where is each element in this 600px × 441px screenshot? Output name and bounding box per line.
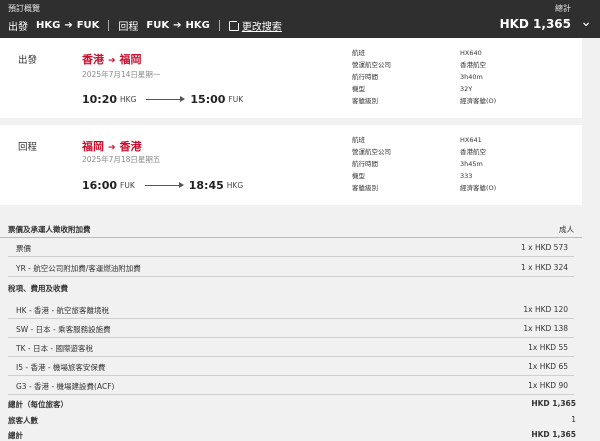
tax-row: I5 - 香港 - 機場旅客安保費 1x HKD 65 bbox=[8, 357, 574, 376]
flight-date: 2025年7月18日星期五 bbox=[82, 155, 161, 164]
arrow-right-icon: ➔ bbox=[64, 20, 73, 31]
tax-row: G3 - 香港 - 機場建設費(ACF) 1x HKD 90 bbox=[8, 376, 574, 395]
detail-value: 333 bbox=[460, 172, 473, 180]
return-label: 回程 bbox=[118, 22, 139, 33]
to-city: 香港 bbox=[119, 140, 142, 153]
fare-row-label: 票價 bbox=[16, 244, 31, 253]
total-per-pax-label: 總計（每位旅客） bbox=[8, 400, 68, 409]
flight-date: 2025年7月14日星期一 bbox=[82, 70, 161, 79]
edit-search-label: 更改搜索 bbox=[241, 22, 282, 33]
tax-row-label: TK - 日本 - 國際遊客稅 bbox=[16, 344, 93, 353]
direction-label: 出發 bbox=[18, 55, 38, 66]
tax-row-value: 1x HKD 138 bbox=[523, 324, 568, 333]
fare-title: 票價及承運人徵收附加費 bbox=[8, 225, 91, 234]
flight-card-outbound: 出發 香港 ➔ 福岡 2025年7月14日星期一 10:20 HKG 15:00 F… bbox=[0, 38, 582, 118]
fare-row-value: 1 x HKD 573 bbox=[520, 243, 568, 252]
booking-summary-header: 預訂概覽 總計 出發 HKG ➔ FUK 回程 FUK ➔ HKG 更改搜索 H… bbox=[0, 0, 600, 38]
outbound-from: HKG bbox=[36, 20, 61, 31]
arrow-right-icon: ➔ bbox=[173, 20, 182, 31]
fare-row-value: 1 x HKD 324 bbox=[520, 263, 568, 272]
route-summary: 出發 HKG ➔ FUK 回程 FUK ➔ HKG 更改搜索 bbox=[8, 18, 282, 33]
return-from: FUK bbox=[146, 20, 170, 31]
tax-row-label: G3 - 香港 - 機場建設費(ACF) bbox=[16, 382, 115, 391]
grand-total-label: 總計 bbox=[8, 431, 23, 440]
total-label: 總計 bbox=[555, 4, 571, 13]
flight-times: 16:00 FUK 18:45 HKG bbox=[82, 179, 243, 192]
arrow-right-icon: ➔ bbox=[108, 56, 116, 66]
flight-times: 10:20 HKG 15:00 FUK bbox=[82, 93, 243, 106]
arr-code: HKG bbox=[226, 181, 244, 190]
edit-search-button[interactable]: 更改搜索 bbox=[228, 18, 282, 33]
arrow-line-icon bbox=[146, 96, 186, 102]
dep-time: 10:20 bbox=[82, 93, 118, 106]
dep-time: 16:00 bbox=[82, 179, 118, 192]
pax-count-value: 1 bbox=[571, 415, 576, 424]
detail-value: 3h40m bbox=[460, 73, 483, 81]
detail-label: 航班 bbox=[352, 49, 365, 57]
detail-value: 香港航空 bbox=[460, 148, 486, 156]
fare-section-header: 票價及承運人徵收附加費 成人 bbox=[0, 219, 582, 238]
total-per-pax-value: HKD 1,365 bbox=[531, 399, 576, 408]
fare-row: YR - 航空公司附加費/客運燃油附加費 1 x HKD 324 bbox=[8, 258, 574, 277]
grand-total-value: HKD 1,365 bbox=[531, 430, 576, 439]
tax-row-value: 1x HKD 90 bbox=[528, 381, 568, 390]
detail-value: 經濟客艙(O) bbox=[460, 97, 497, 105]
tax-row-value: 1x HKD 55 bbox=[528, 343, 568, 352]
detail-value: 經濟客艙(O) bbox=[460, 184, 497, 192]
route-cities: 香港 ➔ 福岡 bbox=[82, 51, 142, 67]
tax-row-value: 1x HKD 65 bbox=[528, 362, 568, 371]
detail-value: 3h45m bbox=[460, 160, 483, 168]
arr-time: 18:45 bbox=[188, 179, 224, 192]
tax-row-label: SW - 日本 - 乘客服務設施費 bbox=[16, 325, 111, 334]
tax-row: TK - 日本 - 國際遊客稅 1x HKD 55 bbox=[8, 338, 574, 357]
tax-title: 稅項、費用及收費 bbox=[8, 284, 68, 293]
detail-label: 營運航空公司 bbox=[352, 61, 391, 69]
divider bbox=[218, 20, 220, 31]
detail-label: 營運航空公司 bbox=[352, 148, 391, 156]
detail-value: 32Y bbox=[460, 85, 473, 93]
divider bbox=[108, 20, 110, 31]
detail-label: 客艙級別 bbox=[352, 184, 378, 192]
dep-code: HKG bbox=[120, 95, 137, 104]
passenger-type: 成人 bbox=[559, 225, 574, 234]
outbound-to: FUK bbox=[76, 20, 100, 31]
total-amount: HKD 1,365 bbox=[499, 17, 571, 31]
summary-label: 預訂概覽 bbox=[8, 4, 40, 13]
detail-label: 客艙級別 bbox=[352, 97, 378, 105]
fare-row-label: YR - 航空公司附加費/客運燃油附加費 bbox=[16, 264, 141, 273]
arr-time: 15:00 bbox=[190, 93, 226, 106]
arrow-line-icon bbox=[144, 182, 184, 188]
detail-label: 航行時間 bbox=[352, 160, 378, 168]
fare-row: 票價 1 x HKD 573 bbox=[8, 238, 574, 257]
from-city: 香港 bbox=[82, 53, 104, 66]
from-city: 福岡 bbox=[82, 140, 104, 153]
arrow-right-icon: ➔ bbox=[108, 143, 116, 153]
detail-label: 機型 bbox=[352, 85, 365, 93]
flight-card-return: 回程 福岡 ➔ 香港 2025年7月18日星期五 16:00 FUK 18:45 H… bbox=[0, 125, 582, 205]
detail-label: 航行時間 bbox=[352, 73, 378, 81]
arr-code: FUK bbox=[228, 95, 244, 104]
edit-icon bbox=[228, 18, 241, 31]
detail-label: 機型 bbox=[352, 172, 365, 180]
detail-value: HX640 bbox=[460, 49, 482, 57]
outbound-label: 出發 bbox=[8, 22, 28, 33]
tax-row: SW - 日本 - 乘客服務設施費 1x HKD 138 bbox=[8, 319, 574, 338]
pax-count-label: 旅客人數 bbox=[8, 416, 38, 425]
route-cities: 福岡 ➔ 香港 bbox=[82, 138, 142, 154]
return-to: HKG bbox=[185, 20, 210, 31]
tax-row-value: 1x HKD 120 bbox=[523, 305, 568, 314]
detail-value: 香港航空 bbox=[460, 61, 486, 69]
tax-row: HK - 香港 - 航空旅客離境稅 1x HKD 120 bbox=[8, 300, 574, 319]
tax-row-label: HK - 香港 - 航空旅客離境稅 bbox=[16, 306, 110, 315]
detail-label: 航班 bbox=[352, 136, 365, 144]
to-city: 福岡 bbox=[119, 53, 142, 66]
detail-value: HX641 bbox=[460, 136, 482, 144]
direction-label: 回程 bbox=[18, 142, 38, 153]
dep-code: FUK bbox=[120, 181, 135, 190]
tax-row-label: I5 - 香港 - 機場旅客安保費 bbox=[16, 363, 106, 372]
chevron-down-icon[interactable]: ⌄ bbox=[580, 14, 592, 30]
